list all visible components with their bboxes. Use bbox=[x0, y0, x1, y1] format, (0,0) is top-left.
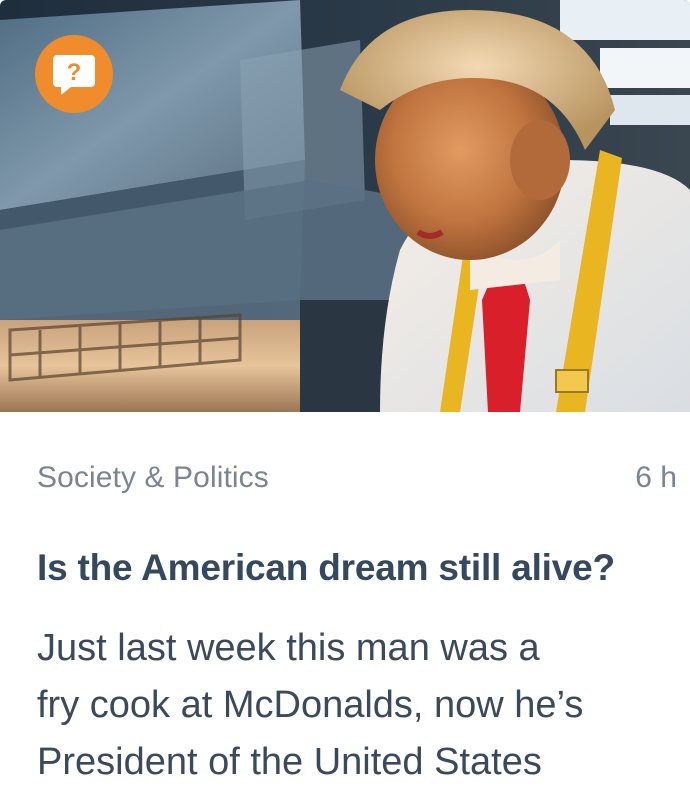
article-card[interactable]: ? Society & Politics 6 h Is the American… bbox=[0, 0, 690, 791]
question-speech-bubble-icon: ? bbox=[53, 55, 95, 95]
summary-line: President of the United States bbox=[37, 741, 542, 783]
summary-line: fry cook at McDonalds, now he’s bbox=[37, 684, 584, 726]
article-summary[interactable]: Just last week this man was a fry cook a… bbox=[37, 620, 670, 791]
category-label[interactable]: Society & Politics bbox=[37, 461, 269, 495]
article-headline[interactable]: Is the American dream still alive? bbox=[37, 545, 680, 591]
svg-text:?: ? bbox=[67, 59, 82, 86]
article-meta: Society & Politics 6 h bbox=[37, 458, 677, 498]
question-badge[interactable]: ? bbox=[35, 35, 113, 113]
article-hero-image[interactable]: ? bbox=[0, 0, 690, 412]
timestamp: 6 h bbox=[635, 461, 677, 494]
summary-line: Just last week this man was a bbox=[37, 627, 540, 669]
